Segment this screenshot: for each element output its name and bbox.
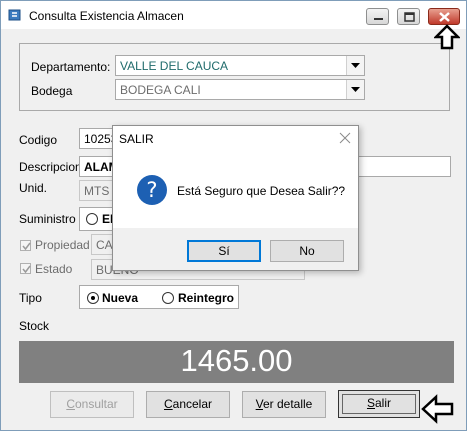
propiedad-label: Propiedad (35, 238, 90, 252)
chevron-down-icon[interactable] (346, 80, 364, 99)
app-icon (8, 9, 22, 22)
cancelar-mnemonic: C (163, 397, 173, 411)
minimize-button[interactable] (366, 8, 389, 25)
salir-focus-ring (342, 394, 416, 414)
tipo-reintegro-radio[interactable] (162, 292, 174, 304)
ver-detalle-mnemonic: V (255, 397, 263, 411)
window-title: Consulta Existencia Almacen (29, 9, 184, 23)
stock-display: 1465.00 (19, 341, 454, 383)
chevron-down-icon[interactable] (346, 56, 364, 75)
dialog-footer: Sí No (113, 228, 358, 270)
dialog-no-label: No (299, 244, 315, 258)
dialog-body: ? Está Seguro que Desea Salir?? (113, 154, 358, 228)
dialog-yes-label: Sí (218, 244, 230, 258)
tipo-nueva-label: Nueva (102, 291, 139, 305)
question-icon: ? (137, 175, 167, 205)
dialog-title: SALIR (119, 132, 154, 146)
unidad-value: MTS (84, 184, 110, 198)
descripcion-label: Descripcion (19, 160, 82, 174)
dialog-message: Está Seguro que Desea Salir?? (177, 184, 346, 198)
bodega-label: Bodega (31, 84, 73, 98)
tipo-group: Nueva Reintegro (79, 285, 239, 309)
ubicacion-group (19, 43, 450, 111)
suministro-radio[interactable] (86, 213, 98, 225)
departamento-select[interactable]: VALLE DEL CAUCA (115, 55, 365, 76)
dialog-close-icon[interactable] (338, 131, 352, 145)
ver-detalle-label: er detalle (262, 397, 313, 411)
tipo-label: Tipo (19, 291, 42, 305)
codigo-label: Codigo (19, 133, 58, 147)
stock-label: Stock (19, 319, 50, 333)
close-button[interactable] (428, 8, 460, 25)
consultar-label: onsultar (74, 397, 118, 411)
ver-detalle-button[interactable]: Ver detalle (242, 391, 326, 418)
bodega-value: BODEGA CALI (120, 83, 201, 97)
check-icon (22, 265, 31, 274)
propiedad-checkbox (20, 240, 31, 251)
salir-button[interactable]: Salir (338, 390, 420, 418)
estado-checkbox (20, 263, 31, 274)
arrow-left-icon (421, 394, 454, 424)
suministro-label: Suministro (19, 212, 76, 226)
cancelar-button[interactable]: Cancelar (146, 391, 230, 418)
bodega-select[interactable]: BODEGA CALI (115, 79, 365, 100)
tipo-reintegro-label: Reintegro (178, 291, 235, 305)
dialog-yes-button[interactable]: Sí (187, 240, 261, 262)
departamento-label: Departamento: (31, 60, 111, 74)
dialog-no-button[interactable]: No (270, 240, 344, 262)
check-icon (22, 242, 31, 251)
departamento-value: VALLE DEL CAUCA (120, 59, 229, 73)
title-bar: Consulta Existencia Almacen (1, 1, 466, 29)
consultar-button[interactable]: Consultar (50, 391, 134, 418)
estado-label: Estado (35, 262, 73, 276)
arrow-up-icon (434, 24, 460, 50)
cancelar-label: ancelar (172, 397, 213, 411)
maximize-button[interactable] (397, 8, 420, 25)
unidad-label: Unid. (19, 181, 48, 195)
stock-value: 1465.00 (180, 343, 293, 378)
confirm-dialog: SALIR ? Está Seguro que Desea Salir?? Sí… (112, 125, 359, 271)
tipo-nueva-radio[interactable] (87, 292, 99, 304)
consultar-mnemonic: C (66, 397, 75, 411)
